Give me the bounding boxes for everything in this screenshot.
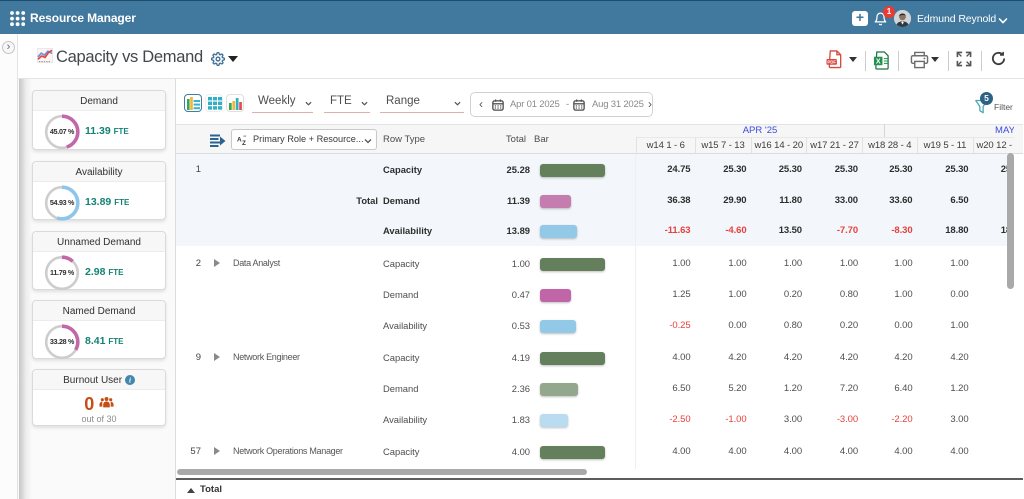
svg-text:X: X bbox=[876, 57, 881, 65]
svg-text:PDF: PDF bbox=[827, 59, 836, 64]
svg-text:i: i bbox=[129, 377, 131, 385]
